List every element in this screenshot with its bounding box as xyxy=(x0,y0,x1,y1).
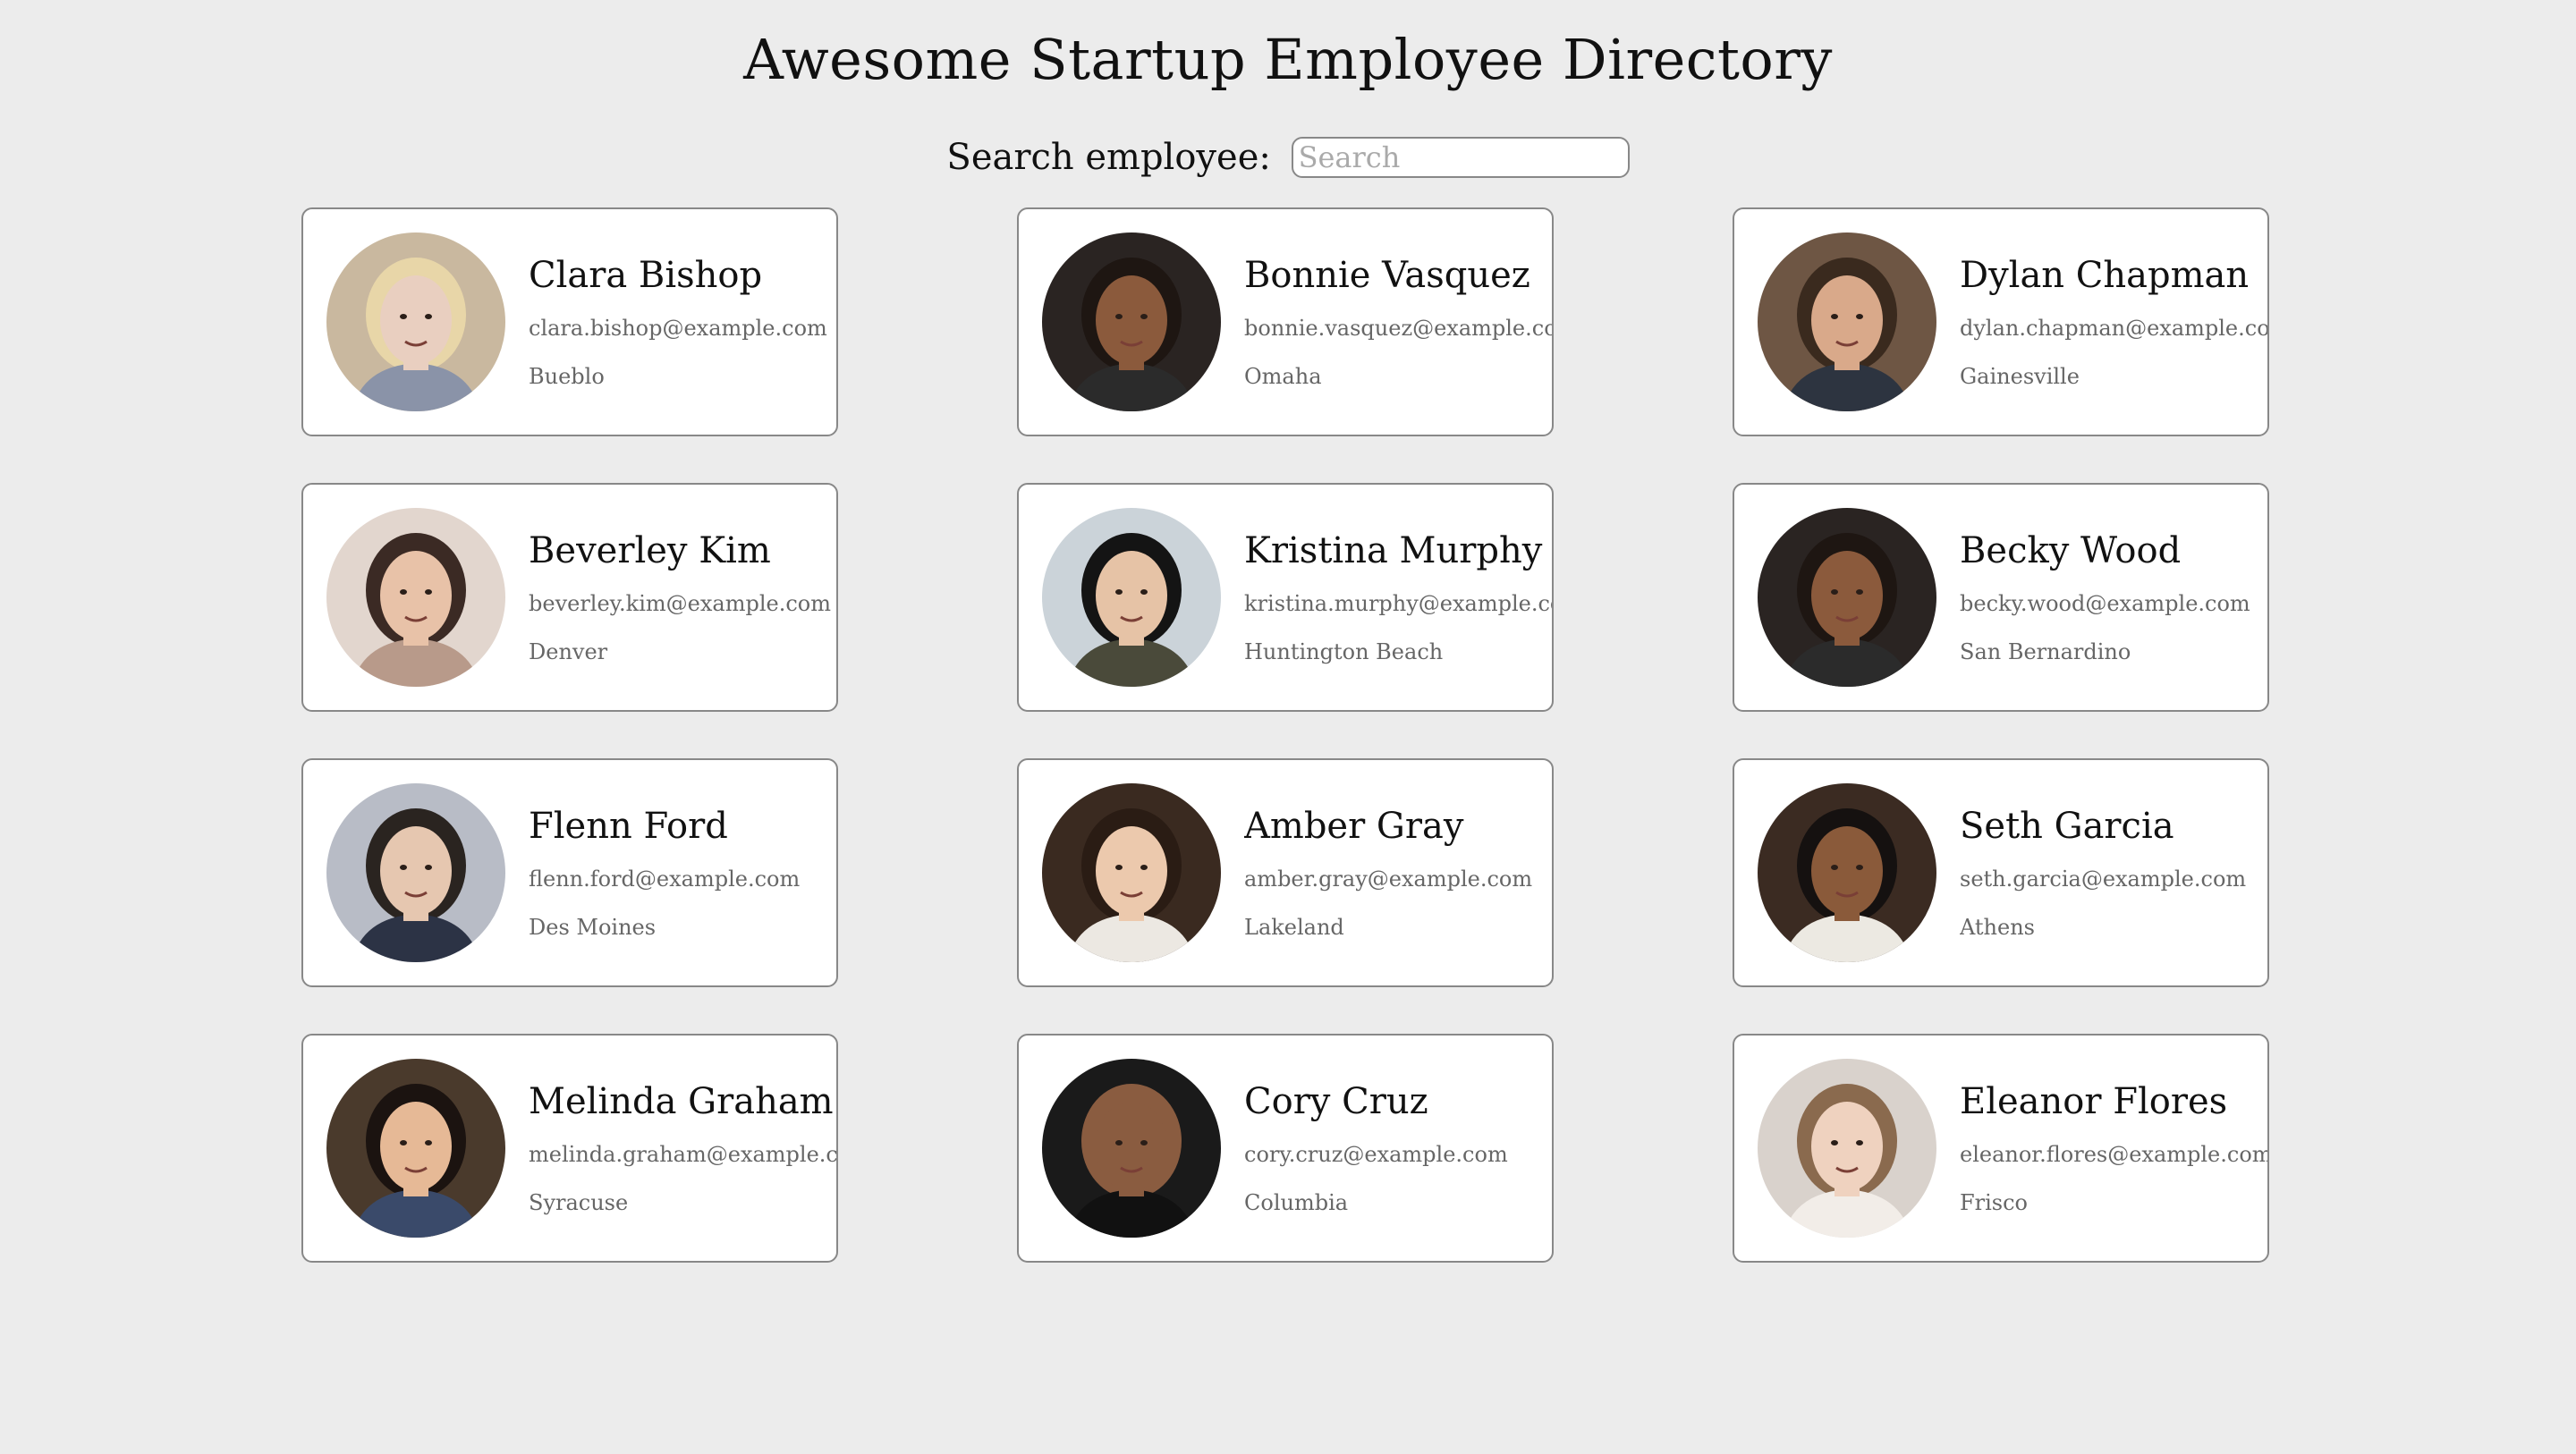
employee-card[interactable]: Flenn Ford flenn.ford@example.com Des Moin… xyxy=(301,758,838,987)
employee-name: Eleanor Flores xyxy=(1960,1081,2228,1122)
employee-city: Denver xyxy=(529,639,608,664)
employee-info: Clara Bishop clara.bishop@example.com Bueb… xyxy=(529,255,827,389)
employee-city: Des Moines xyxy=(529,915,657,940)
employee-avatar xyxy=(326,232,505,411)
employee-name: Amber Gray xyxy=(1244,806,1464,847)
employee-email: bonnie.vasquez@example.com xyxy=(1244,316,1552,341)
employee-card[interactable]: Clara Bishop clara.bishop@example.com Bueb… xyxy=(301,207,838,436)
employee-email: seth.garcia@example.com xyxy=(1960,866,2247,892)
employee-info: Bonnie Vasquez bonnie.vasquez@example.com… xyxy=(1244,255,1552,389)
employee-card[interactable]: Seth Garcia seth.garcia@example.com Athens xyxy=(1733,758,2269,987)
search-label: Search employee: xyxy=(946,137,1271,178)
search-bar: Search employee: xyxy=(0,134,2576,178)
employee-city: Huntington Beach xyxy=(1244,639,1444,664)
employee-avatar xyxy=(1042,508,1221,687)
employee-name: Beverley Kim xyxy=(529,530,771,571)
employee-city: Athens xyxy=(1960,915,2035,940)
employee-email: flenn.ford@example.com xyxy=(529,866,801,892)
page-title: Awesome Startup Employee Directory xyxy=(743,27,1833,92)
employee-city: Syracuse xyxy=(529,1190,629,1215)
employee-card[interactable]: Amber Gray amber.gray@example.com Lakeland xyxy=(1017,758,1554,987)
employee-name: Flenn Ford xyxy=(529,806,728,847)
employee-name: Becky Wood xyxy=(1960,530,2182,571)
employee-email: dylan.chapman@example.com xyxy=(1960,316,2267,341)
employee-name: Melinda Graham xyxy=(529,1081,834,1122)
employee-avatar xyxy=(326,1059,505,1238)
employee-info: Beverley Kim beverley.kim@example.com Denv… xyxy=(529,530,831,664)
employee-name: Seth Garcia xyxy=(1960,806,2174,847)
employee-avatar xyxy=(1042,1059,1221,1238)
employee-card[interactable]: Cory Cruz cory.cruz@example.com Columbia xyxy=(1017,1034,1554,1263)
employee-card[interactable]: Eleanor Flores eleanor.flores@example.com… xyxy=(1733,1034,2269,1263)
employee-email: kristina.murphy@example.com xyxy=(1244,591,1552,616)
search-input[interactable] xyxy=(1291,137,1630,178)
employee-avatar xyxy=(1042,232,1221,411)
employee-avatar xyxy=(1758,508,1936,687)
employee-city: Columbia xyxy=(1244,1190,1349,1215)
employee-card[interactable]: Becky Wood becky.wood@example.com San Bern… xyxy=(1733,483,2269,712)
employee-name: Kristina Murphy xyxy=(1244,530,1543,571)
employee-avatar xyxy=(1758,1059,1936,1238)
employee-email: becky.wood@example.com xyxy=(1960,591,2250,616)
employee-email: beverley.kim@example.com xyxy=(529,591,831,616)
employee-city: Gainesville xyxy=(1960,364,2080,389)
employee-city: Lakeland xyxy=(1244,915,1344,940)
employee-email: eleanor.flores@example.com xyxy=(1960,1142,2267,1167)
employee-name: Cory Cruz xyxy=(1244,1081,1428,1122)
employee-info: Seth Garcia seth.garcia@example.com Athens xyxy=(1960,806,2246,940)
employee-city: Omaha xyxy=(1244,364,1322,389)
employee-avatar xyxy=(326,783,505,962)
page: Awesome Startup Employee Directory Searc… xyxy=(0,0,2576,1454)
employee-grid: Clara Bishop clara.bishop@example.com Bueb… xyxy=(301,207,2269,1263)
employee-email: cory.cruz@example.com xyxy=(1244,1142,1508,1167)
employee-city: Bueblo xyxy=(529,364,605,389)
employee-info: Becky Wood becky.wood@example.com San Bern… xyxy=(1960,530,2250,664)
employee-card[interactable]: Bonnie Vasquez bonnie.vasquez@example.com… xyxy=(1017,207,1554,436)
employee-info: Cory Cruz cory.cruz@example.com Columbia xyxy=(1244,1081,1508,1215)
employee-city: Frisco xyxy=(1960,1190,2029,1215)
employee-avatar xyxy=(326,508,505,687)
employee-avatar xyxy=(1042,783,1221,962)
employee-info: Melinda Graham melinda.graham@example.com… xyxy=(529,1081,836,1215)
employee-name: Dylan Chapman xyxy=(1960,255,2250,296)
employee-info: Kristina Murphy kristina.murphy@example.c… xyxy=(1244,530,1552,664)
employee-info: Amber Gray amber.gray@example.com Lakeland xyxy=(1244,806,1532,940)
employee-avatar xyxy=(1758,232,1936,411)
employee-name: Clara Bishop xyxy=(529,255,763,296)
employee-avatar xyxy=(1758,783,1936,962)
employee-email: amber.gray@example.com xyxy=(1244,866,1533,892)
employee-card[interactable]: Dylan Chapman dylan.chapman@example.com Ga… xyxy=(1733,207,2269,436)
employee-info: Dylan Chapman dylan.chapman@example.com Ga… xyxy=(1960,255,2267,389)
employee-name: Bonnie Vasquez xyxy=(1244,255,1530,296)
employee-card[interactable]: Kristina Murphy kristina.murphy@example.c… xyxy=(1017,483,1554,712)
employee-card[interactable]: Melinda Graham melinda.graham@example.com… xyxy=(301,1034,838,1263)
employee-info: Flenn Ford flenn.ford@example.com Des Moin… xyxy=(529,806,800,940)
employee-email: melinda.graham@example.com xyxy=(529,1142,836,1167)
employee-card[interactable]: Beverley Kim beverley.kim@example.com Denv… xyxy=(301,483,838,712)
employee-city: San Bernardino xyxy=(1960,639,2131,664)
employee-email: clara.bishop@example.com xyxy=(529,316,827,341)
employee-info: Eleanor Flores eleanor.flores@example.com… xyxy=(1960,1081,2267,1215)
